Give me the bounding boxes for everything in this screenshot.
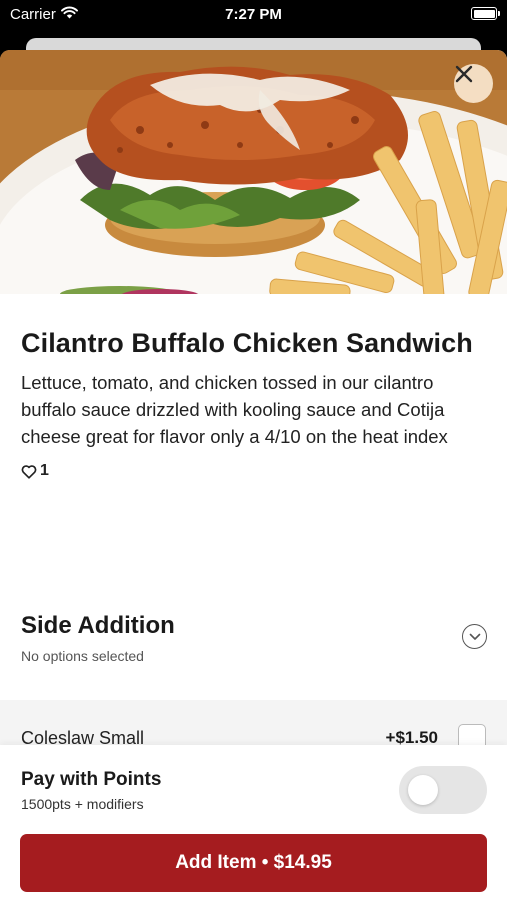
likes-count: 1	[40, 462, 49, 479]
toggle-knob	[408, 775, 438, 805]
pay-with-points-toggle[interactable]	[399, 766, 487, 814]
close-button[interactable]	[454, 64, 493, 103]
item-info: Cilantro Buffalo Chicken Sandwich Lettuc…	[0, 294, 507, 480]
pay-with-points-label: Pay with Points	[21, 769, 162, 790]
heart-icon	[21, 464, 37, 479]
close-icon	[455, 65, 473, 83]
checkout-panel: Pay with Points 1500pts + modifiers Add …	[0, 745, 507, 900]
status-bar: Carrier 7:27 PM	[0, 0, 507, 30]
item-description: Lettuce, tomato, and chicken tossed in o…	[21, 372, 448, 447]
item-hero-image	[0, 50, 507, 294]
section-title: Side Addition	[21, 612, 175, 639]
side-addition-header[interactable]: Side Addition No options selected	[0, 590, 507, 700]
add-item-label: Add Item • $14.95	[175, 852, 332, 873]
points-cost-label: 1500pts + modifiers	[21, 796, 144, 812]
sandwich-illustration	[0, 50, 507, 294]
like-button[interactable]: 1	[21, 462, 486, 480]
status-time: 7:27 PM	[225, 6, 282, 23]
item-detail-sheet: Cilantro Buffalo Chicken Sandwich Lettuc…	[0, 50, 507, 900]
expand-section-button[interactable]	[462, 624, 487, 649]
chevron-down-icon	[469, 633, 480, 640]
add-item-button[interactable]: Add Item • $14.95	[20, 834, 487, 892]
item-title: Cilantro Buffalo Chicken Sandwich	[21, 328, 473, 358]
battery-icon	[471, 7, 500, 20]
section-subtitle: No options selected	[21, 648, 144, 664]
